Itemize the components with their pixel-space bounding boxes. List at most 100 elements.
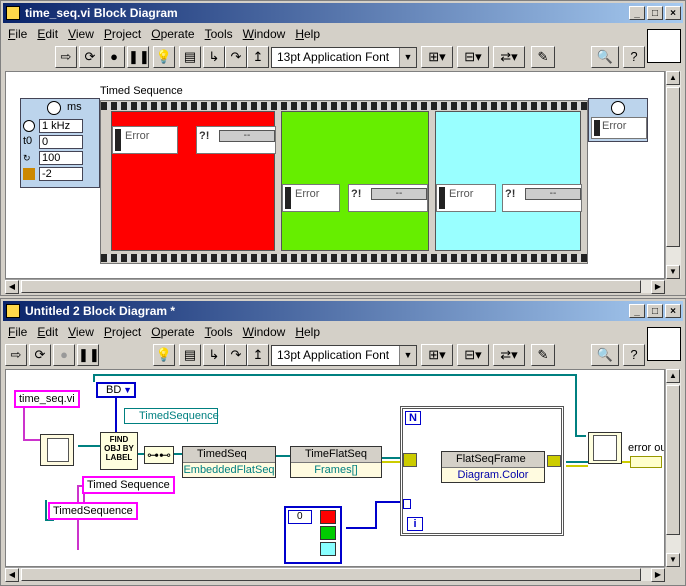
step-out-icon[interactable]: ↥ bbox=[247, 344, 269, 366]
cleanup-diagram-icon[interactable]: ✎ bbox=[531, 46, 555, 68]
scroll-left-icon[interactable]: ◀ bbox=[5, 280, 19, 294]
align-objects-icon[interactable]: ⊞▾ bbox=[421, 46, 453, 68]
timed-sequence-structure[interactable]: Error ?! -- Error ?! -- Error ?! -- bbox=[100, 100, 588, 264]
vertical-scrollbar[interactable]: ▲ ▼ bbox=[665, 369, 681, 567]
label-constant-timedsequence[interactable]: TimedSequence bbox=[48, 502, 138, 520]
input-value-3[interactable]: 100 bbox=[39, 151, 83, 165]
input-value-1[interactable]: 1 kHz bbox=[39, 119, 83, 133]
loop-count-terminal[interactable]: N bbox=[405, 411, 421, 425]
menu-edit[interactable]: Edit bbox=[32, 25, 63, 43]
scroll-thumb[interactable] bbox=[666, 385, 680, 535]
run-continuously-icon[interactable]: ⟳ bbox=[29, 344, 51, 366]
menu-tools[interactable]: Tools bbox=[200, 323, 238, 341]
step-over-icon[interactable]: ↷ bbox=[225, 46, 247, 68]
frame-2[interactable]: Error ?! -- bbox=[281, 111, 429, 251]
error-cluster-left[interactable]: Error bbox=[112, 126, 178, 154]
close-button[interactable]: × bbox=[665, 304, 681, 318]
scroll-down-icon[interactable]: ▼ bbox=[666, 265, 680, 279]
bd-enum-constant[interactable]: BD ▼ bbox=[96, 382, 136, 398]
menu-window[interactable]: Window bbox=[238, 25, 291, 43]
color-element-1[interactable] bbox=[320, 510, 336, 524]
close-button[interactable]: × bbox=[665, 6, 681, 20]
reorder-icon[interactable]: ⇄▾ bbox=[493, 46, 525, 68]
search-icon[interactable]: 🔍 bbox=[591, 46, 619, 68]
menu-project[interactable]: Project bbox=[99, 323, 146, 341]
font-selector[interactable]: 13pt Application Font ▼ bbox=[271, 345, 417, 366]
menu-file[interactable]: File bbox=[3, 25, 32, 43]
step-into-icon[interactable]: ↳ bbox=[203, 46, 225, 68]
vi-connector-icon[interactable] bbox=[647, 327, 681, 361]
distribute-objects-icon[interactable]: ⊟▾ bbox=[457, 344, 489, 366]
run-continuously-icon[interactable]: ⟳ bbox=[79, 46, 101, 68]
step-out-icon[interactable]: ↥ bbox=[247, 46, 269, 68]
input-value-2[interactable]: 0 bbox=[39, 135, 83, 149]
class-specifier-constant[interactable]: TimedSequence bbox=[124, 408, 219, 424]
horizontal-scrollbar[interactable]: ◀ ▶ bbox=[5, 567, 665, 582]
for-loop[interactable]: N i FlatSeqFrame Diagram.Color bbox=[400, 406, 564, 536]
distribute-objects-icon[interactable]: ⊟▾ bbox=[457, 46, 489, 68]
error-cluster-right[interactable]: Error bbox=[436, 184, 496, 212]
array-index-display[interactable]: 0 bbox=[288, 510, 312, 524]
scroll-thumb[interactable] bbox=[666, 87, 680, 247]
menu-file[interactable]: File bbox=[3, 323, 32, 341]
search-icon[interactable]: 🔍 bbox=[591, 344, 619, 366]
menu-tools[interactable]: Tools bbox=[200, 25, 238, 43]
frame-1[interactable]: Error ?! -- bbox=[111, 111, 276, 251]
maximize-button[interactable]: □ bbox=[647, 304, 663, 318]
run-arrow-icon[interactable]: ⇨ bbox=[55, 46, 77, 68]
property-node-flatseqframe[interactable]: FlatSeqFrame Diagram.Color bbox=[441, 451, 545, 483]
run-arrow-icon[interactable]: ⇨ bbox=[5, 344, 27, 366]
retain-wire-values-icon[interactable]: ▤ bbox=[179, 46, 201, 68]
step-over-icon[interactable]: ↷ bbox=[225, 344, 247, 366]
to-more-specific-class-node[interactable]: ⊶⊷ bbox=[144, 446, 174, 464]
timed-sequence-input-node[interactable]: ms 1 kHz t0 0 ↻ 100 -2 bbox=[20, 98, 100, 188]
align-objects-icon[interactable]: ⊞▾ bbox=[421, 344, 453, 366]
scroll-up-icon[interactable]: ▲ bbox=[666, 71, 680, 85]
property-node-timeflatseq[interactable]: TimeFlatSeq Frames[] bbox=[290, 446, 382, 478]
label-constant-timed-sequence[interactable]: Timed Sequence bbox=[82, 476, 175, 494]
scroll-right-icon[interactable]: ▶ bbox=[651, 280, 665, 294]
menu-view[interactable]: View bbox=[63, 25, 99, 43]
abort-icon[interactable]: ● bbox=[103, 46, 125, 68]
error-out-indicator[interactable] bbox=[630, 456, 662, 468]
scroll-up-icon[interactable]: ▲ bbox=[666, 369, 680, 383]
menu-help[interactable]: Help bbox=[290, 25, 325, 43]
vertical-scrollbar[interactable]: ▲ ▼ bbox=[665, 71, 681, 279]
minimize-button[interactable]: _ bbox=[629, 6, 645, 20]
cleanup-diagram-icon[interactable]: ✎ bbox=[531, 344, 555, 366]
help-icon[interactable]: ? bbox=[623, 46, 645, 68]
menu-view[interactable]: View bbox=[63, 323, 99, 341]
minimize-button[interactable]: _ bbox=[629, 304, 645, 318]
open-vi-reference-node[interactable] bbox=[40, 434, 74, 466]
help-icon[interactable]: ? bbox=[623, 344, 645, 366]
input-value-4[interactable]: -2 bbox=[39, 167, 83, 181]
pause-icon[interactable]: ❚❚ bbox=[77, 344, 100, 366]
pause-icon[interactable]: ❚❚ bbox=[127, 46, 150, 68]
retain-wire-values-icon[interactable]: ▤ bbox=[179, 344, 201, 366]
status-cluster[interactable]: ?! -- bbox=[348, 184, 428, 212]
menu-operate[interactable]: Operate bbox=[146, 323, 199, 341]
scroll-right-icon[interactable]: ▶ bbox=[651, 568, 665, 582]
block-diagram-canvas[interactable]: time_seq.vi BD ▼ TimedSequence FIND OBJ … bbox=[5, 369, 665, 567]
block-diagram-canvas[interactable]: ms 1 kHz t0 0 ↻ 100 -2 Timed Sequence Er… bbox=[5, 71, 665, 279]
reorder-icon[interactable]: ⇄▾ bbox=[493, 344, 525, 366]
highlight-execution-icon[interactable]: 💡 bbox=[153, 46, 175, 68]
color-array-constant[interactable]: 0 bbox=[284, 506, 342, 564]
scroll-thumb[interactable] bbox=[21, 280, 641, 293]
menu-window[interactable]: Window bbox=[238, 323, 291, 341]
abort-icon[interactable]: ● bbox=[53, 344, 75, 366]
scroll-left-icon[interactable]: ◀ bbox=[5, 568, 19, 582]
menu-project[interactable]: Project bbox=[99, 25, 146, 43]
font-selector[interactable]: 13pt Application Font ▼ bbox=[271, 47, 417, 68]
loop-index-terminal[interactable]: i bbox=[407, 517, 423, 531]
property-node-timedseq[interactable]: TimedSeq EmbeddedFlatSeq bbox=[182, 446, 276, 478]
maximize-button[interactable]: □ bbox=[647, 6, 663, 20]
horizontal-scrollbar[interactable]: ◀ ▶ bbox=[5, 279, 665, 294]
scroll-down-icon[interactable]: ▼ bbox=[666, 553, 680, 567]
title-bar[interactable]: Untitled 2 Block Diagram * _ □ × bbox=[3, 301, 683, 321]
vi-path-constant[interactable]: time_seq.vi bbox=[14, 390, 80, 408]
error-cluster-middle[interactable]: Error bbox=[282, 184, 340, 212]
color-element-2[interactable] bbox=[320, 526, 336, 540]
color-element-3[interactable] bbox=[320, 542, 336, 556]
vi-connector-icon[interactable] bbox=[647, 29, 681, 63]
